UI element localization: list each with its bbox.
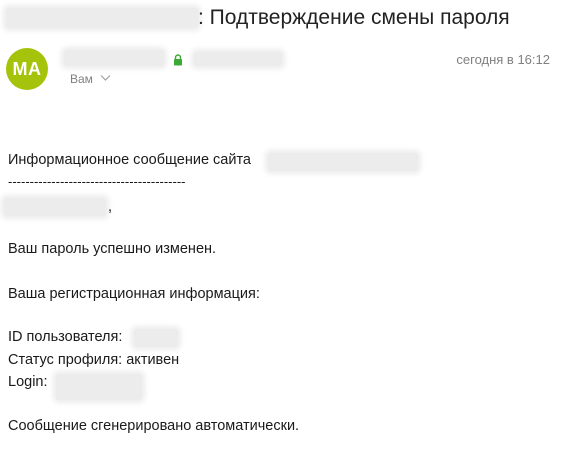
lock-icon [174,54,182,66]
redacted-site-name [268,153,418,171]
email-timestamp: сегодня в 16:12 [456,52,550,67]
email-subject: : Подтверждение смены пароля [6,6,510,32]
greeting-comma: , [108,199,113,215]
auto-generated-note: Сообщение сгенерировано автоматически. [8,418,300,434]
redacted-sender-display-name[interactable] [64,50,164,66]
redacted-sender-name [6,8,198,28]
info-line: Информационное сообщение сайта [8,152,251,168]
redacted-login [56,374,142,400]
redacted-user-id [134,329,178,347]
redacted-sender-email[interactable] [194,52,282,66]
chevron-down-icon[interactable] [100,74,111,82]
redacted-user-name [4,198,106,216]
registration-info-heading: Ваша регистрационная информация: [8,286,260,302]
profile-status-text: Статус профиля: активен [8,352,180,368]
email-subject-text: : Подтверждение смены пароля [198,6,510,29]
user-id-label: ID пользователя: [8,329,123,345]
avatar-initials: MA [12,58,42,79]
recipient-label[interactable]: Вам [70,72,93,86]
sender-avatar[interactable]: MA [6,48,48,90]
password-changed-text: Ваш пароль успешно изменен. [8,241,217,257]
separator-line: ----------------------------------------… [8,174,186,189]
login-label: Login: [8,374,48,390]
